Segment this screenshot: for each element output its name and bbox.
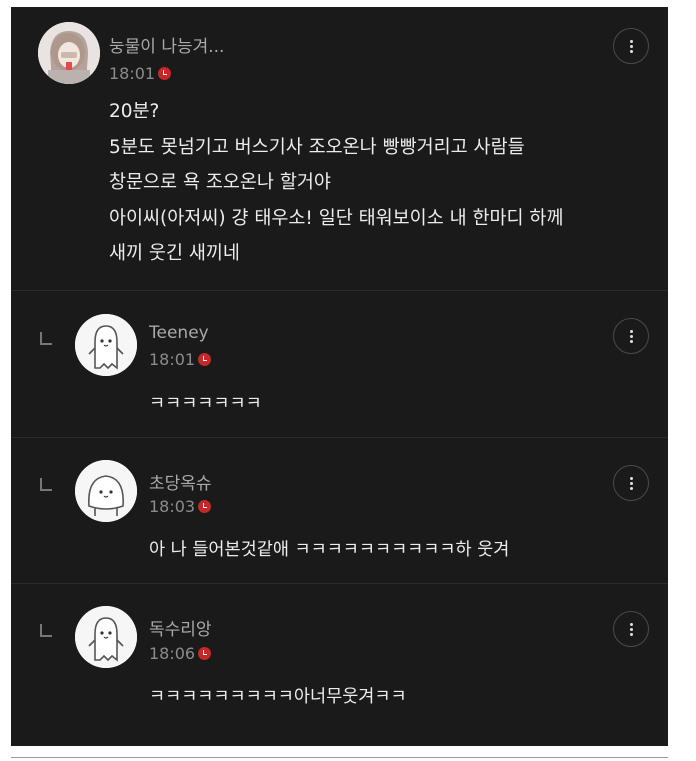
post-line: 20분?	[109, 101, 160, 122]
more-vertical-icon	[629, 622, 633, 636]
divider	[11, 290, 668, 291]
clock-icon	[198, 647, 212, 660]
reply-timestamp: 18:06	[149, 644, 212, 663]
more-options-button[interactable]	[613, 28, 649, 64]
avatar[interactable]	[38, 22, 100, 84]
time-label: 18:03	[149, 497, 196, 516]
reply-body: ㅋㅋㅋㅋㅋㅋㅋ	[149, 394, 262, 414]
reply-body: 아 나 들어본것같애 ㅋㅋㅋㅋㅋㅋㅋㅋㅋㅋ하 웃겨	[149, 540, 510, 560]
comment-thread: 눙물이 나능겨... 18:01 20분? 5분도 못넘기고 버스기사 조오온나…	[11, 7, 668, 746]
character-avatar-image	[75, 314, 137, 376]
avatar[interactable]	[75, 314, 137, 376]
time-label: 18:01	[149, 350, 196, 369]
reply-author[interactable]: Teeney	[149, 323, 209, 343]
clock-icon	[158, 67, 172, 80]
reply-timestamp: 18:03	[149, 497, 212, 516]
more-options-button[interactable]	[613, 465, 649, 501]
more-options-button[interactable]	[613, 611, 649, 647]
divider	[11, 437, 668, 438]
time-label: 18:01	[109, 64, 156, 83]
more-vertical-icon	[629, 39, 633, 53]
post-author[interactable]: 눙물이 나능겨...	[109, 32, 224, 57]
more-vertical-icon	[629, 476, 633, 490]
divider	[11, 583, 668, 584]
post-body: 20분? 5분도 못넘기고 버스기사 조오온나 빵빵거리고 사람들 창문으로 욕…	[109, 94, 563, 272]
post-timestamp: 18:01	[109, 64, 172, 83]
more-vertical-icon	[629, 329, 633, 343]
time-label: 18:06	[149, 644, 196, 663]
post-line: 아이씨(아저씨) 걍 태우소! 일단 태워보이소 내 한마디 하께	[109, 207, 564, 229]
reply-arrow-icon	[40, 332, 52, 345]
character-avatar-image	[75, 460, 137, 522]
avatar[interactable]	[75, 460, 137, 522]
reply-arrow-icon	[40, 478, 52, 491]
post-line: 창문으로 욕 조오온나 할거야	[109, 172, 331, 193]
more-options-button[interactable]	[613, 318, 649, 354]
reply-author[interactable]: 독수리앙	[149, 615, 212, 640]
clock-icon	[198, 353, 212, 366]
post-line: 5분도 못넘기고 버스기사 조오온나 빵빵거리고 사람들	[109, 136, 525, 158]
avatar[interactable]	[75, 606, 137, 668]
clock-icon	[198, 500, 212, 513]
post-line: 새끼 웃긴 새끼네	[109, 243, 240, 264]
reply-body: ㅋㅋㅋㅋㅋㅋㅋㅋㅋ아너무웃겨ㅋㅋ	[149, 687, 407, 707]
reply-author[interactable]: 초당옥슈	[149, 469, 212, 494]
profile-photo	[38, 22, 100, 84]
character-avatar-image	[75, 606, 137, 668]
reply-timestamp: 18:01	[149, 350, 212, 369]
reply-arrow-icon	[40, 624, 52, 637]
divider	[11, 757, 668, 758]
